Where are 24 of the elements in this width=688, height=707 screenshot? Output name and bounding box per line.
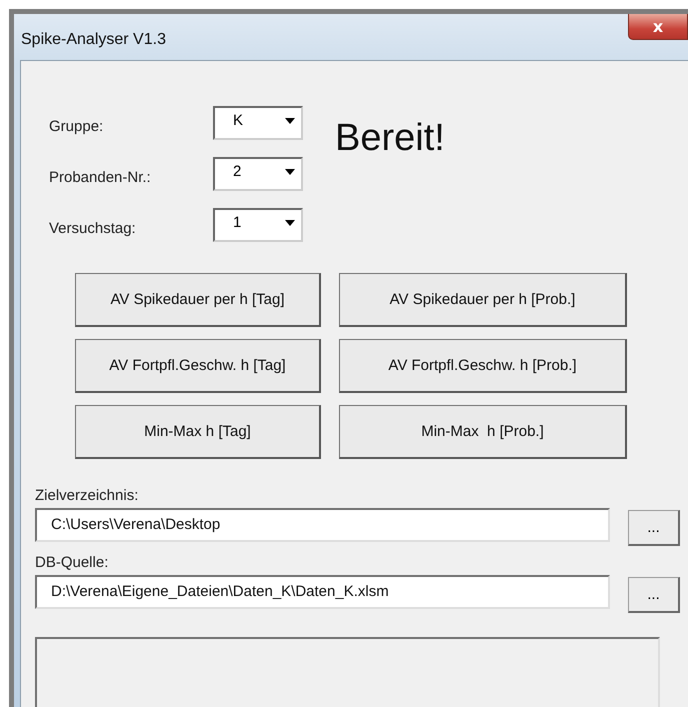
caret-icon — [285, 220, 295, 226]
action-button[interactable]: AV Fortpfl.Geschw. h [Prob.] — [339, 339, 627, 393]
dropdown[interactable]: 2 — [213, 157, 303, 191]
window-title: Spike-Analyser V1.3 — [21, 31, 166, 49]
field-label: Probanden-Nr.: — [49, 168, 152, 186]
path-field[interactable]: C:\Users\Verena\Desktop — [35, 508, 610, 542]
browse-button[interactable]: ... — [628, 510, 680, 546]
field-label: DB-Quelle: — [35, 554, 110, 571]
action-button[interactable]: Min-Max h [Tag] — [75, 405, 321, 459]
action-button[interactable]: AV Spikedauer per h [Prob.] — [339, 273, 627, 327]
dropdown[interactable]: 1 — [213, 208, 303, 242]
field-label: Zielverzeichnis: — [35, 487, 140, 504]
browse-button[interactable]: ... — [628, 577, 680, 613]
action-button[interactable]: Min-Max h [Prob.] — [339, 405, 627, 459]
caret-icon — [285, 118, 295, 124]
path-field[interactable]: D:\Verena\Eigene_Dateien\Daten_K\Daten_K.xlsm — [35, 575, 610, 609]
caret-icon — [285, 169, 295, 175]
dropdown[interactable]: K — [213, 106, 303, 140]
action-button[interactable]: AV Spikedauer per h [Tag] — [75, 273, 321, 327]
close-button[interactable]: x — [628, 14, 688, 40]
status-text: Bereit! — [335, 117, 445, 161]
field-label: Versuchstag: — [49, 218, 137, 236]
action-button[interactable]: AV Fortpfl.Geschw. h [Tag] — [75, 339, 321, 393]
field-label: Gruppe: — [49, 116, 104, 134]
